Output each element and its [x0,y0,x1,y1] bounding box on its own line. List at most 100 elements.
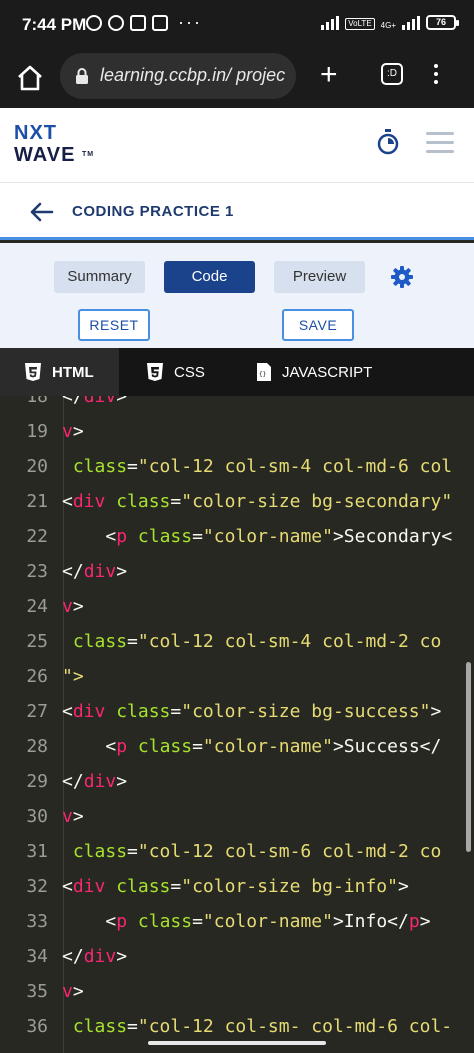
browser-menu-icon[interactable] [434,64,440,88]
news-icon [152,15,168,31]
code-text[interactable]: <div class="color-size bg-secondary" [62,484,452,519]
line-number: 25 [26,631,48,652]
tab-html[interactable]: HTML [0,348,119,396]
code-text[interactable]: <p class="color-name">Secondary< [62,519,452,554]
code-text[interactable]: class="col-12 col-sm-6 col-md-2 co [62,834,441,869]
system-indicators: VoLTE 4G+ 76 [321,14,459,30]
notification-icons [86,15,168,31]
code-text[interactable]: v> [62,589,84,624]
line-number: 35 [26,981,48,1002]
line-number: 36 [26,1016,48,1037]
code-text[interactable]: <p class="color-name">Info</p> [62,904,430,939]
code-tab-button[interactable]: Code [164,261,255,293]
code-line[interactable]: 30 v> [0,799,474,834]
code-line[interactable]: 34 </div> [0,939,474,974]
signal-icon [321,14,340,30]
code-line[interactable]: 25 class="col-12 col-sm-4 col-md-2 co [0,624,474,659]
code-line[interactable]: 33 <p class="color-name">Info</p> [0,904,474,939]
code-line[interactable]: 23 </div> [0,554,474,589]
code-line[interactable]: 19 v> [0,414,474,449]
code-text[interactable]: </div> [62,764,127,799]
line-number: 22 [26,526,48,547]
html5-icon [25,363,41,381]
code-line[interactable]: 36 class="col-12 col-sm- col-md-6 col- [0,1009,474,1044]
code-line[interactable]: 20 class="col-12 col-sm-4 col-md-6 col [0,449,474,484]
page-title: CODING PRACTICE 1 [72,203,234,220]
line-number: 20 [26,456,48,477]
new-tab-icon[interactable]: + [320,60,338,90]
line-number: 32 [26,876,48,897]
tab-switcher-button[interactable]: :D [381,63,403,85]
music-note-icon [108,15,124,31]
line-number: 19 [26,421,48,442]
javascript-file-icon: {} [257,363,271,381]
code-text[interactable]: "> [62,659,84,694]
back-arrow-icon[interactable] [28,200,54,224]
code-text[interactable]: </div> [62,396,127,414]
code-line[interactable]: 35 v> [0,974,474,1009]
nxtwave-logo[interactable]: NXT WAVE TM [14,122,104,174]
code-line[interactable]: 29 </div> [0,764,474,799]
gear-icon[interactable] [390,265,414,289]
more-notifications-icon: ··· [178,12,202,32]
line-number: 30 [26,806,48,827]
lock-icon[interactable] [72,66,92,86]
code-text[interactable]: class="col-12 col-sm-4 col-md-6 col [62,449,452,484]
code-text[interactable]: v> [62,414,84,449]
svg-text:{}: {} [259,371,266,378]
save-button[interactable]: SAVE [282,309,354,341]
status-bar: 7:44 PM ··· VoLTE 4G+ 76 [0,0,474,50]
tab-html-label: HTML [52,363,94,381]
code-text[interactable]: </div> [62,554,127,589]
code-text[interactable]: <div class="color-size bg-success"> [62,694,441,729]
line-number: 18 [26,396,48,407]
line-number: 29 [26,771,48,792]
app-header: NXT WAVE TM [0,108,474,183]
preview-tab-button[interactable]: Preview [274,261,365,293]
code-text[interactable]: <div class="color-size bg-info"> [62,869,409,904]
code-text[interactable]: v> [62,974,84,1009]
code-line[interactable]: 24 v> [0,589,474,624]
address-bar[interactable]: learning.ccbp.in/ projec [60,53,296,99]
summary-tab-button[interactable]: Summary [54,261,145,293]
volte-icon: VoLTE [345,18,375,30]
tab-javascript[interactable]: {} JAVASCRIPT [256,348,372,396]
code-line[interactable]: 26 "> [0,659,474,694]
code-line[interactable]: 21 <div class="color-size bg-secondary" [0,484,474,519]
tab-css-label: CSS [174,363,205,381]
url-text: learning.ccbp.in/ projec [100,65,286,85]
line-number: 24 [26,596,48,617]
hamburger-menu-icon[interactable] [426,132,454,159]
home-icon[interactable] [14,62,46,94]
line-number: 34 [26,946,48,967]
tab-css[interactable]: CSS [146,348,205,396]
status-time: 7:44 PM [22,15,87,34]
line-number: 33 [26,911,48,932]
editor-scrollbar[interactable] [466,662,471,852]
timer-icon[interactable] [376,128,400,156]
line-number: 23 [26,561,48,582]
line-number: 26 [26,666,48,687]
file-tabs: HTML CSS {} JAVASCRIPT [0,348,474,396]
line-number: 21 [26,491,48,512]
signal-icon-2 [402,14,420,30]
reset-button[interactable]: RESET [78,309,150,341]
code-editor[interactable]: 18 </div> 19 v> 20 class="col-12 col-sm-4 co… [0,396,474,1053]
browser-toolbar: learning.ccbp.in/ projec + :D [0,50,474,108]
code-line[interactable]: 31 class="col-12 col-sm-6 col-md-2 co [0,834,474,869]
alarm-icon [86,15,102,31]
code-line[interactable]: 32 <div class="color-size bg-info"> [0,869,474,904]
page-title-bar: CODING PRACTICE 1 [0,183,474,240]
code-line[interactable]: 22 <p class="color-name">Secondary< [0,519,474,554]
code-line[interactable]: 27 <div class="color-size bg-success"> [0,694,474,729]
code-text[interactable]: class="col-12 col-sm- col-md-6 col- [62,1009,452,1044]
code-text[interactable]: v> [62,799,84,834]
code-text[interactable]: </div> [62,939,127,974]
code-line[interactable]: 28 <p class="color-name">Success</ [0,729,474,764]
network-type: 4G+ [380,21,396,30]
code-text[interactable]: <p class="color-name">Success</ [62,729,441,764]
line-number: 27 [26,701,48,722]
code-text[interactable]: class="col-12 col-sm-4 col-md-2 co [62,624,441,659]
home-indicator[interactable] [148,1041,326,1045]
code-line[interactable]: 18 </div> [0,396,474,414]
